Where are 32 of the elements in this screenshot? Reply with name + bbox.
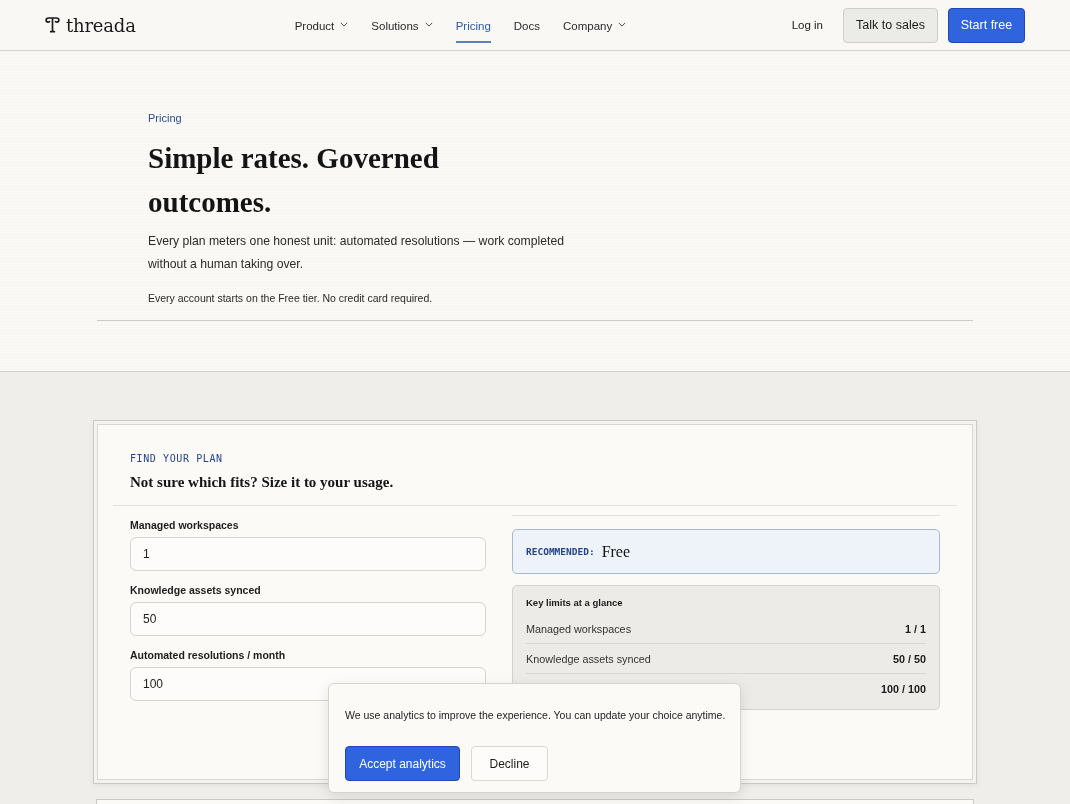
log-in-link[interactable]: Log in xyxy=(791,19,823,31)
section-heading: Not sure which fits? Size it to your usage. xyxy=(130,474,394,491)
number-input-field[interactable]: 50 xyxy=(130,602,486,636)
logo-link[interactable]: threada xyxy=(45,14,136,36)
limit-name: Managed workspaces xyxy=(526,622,632,635)
decline-button[interactable]: Decline xyxy=(471,746,548,781)
intro-paragraph: Every plan meters one honest unit: automated resolutions — work completed without a human taking over. xyxy=(148,233,565,273)
page-eyebrow: Pricing xyxy=(148,111,182,125)
limit-name: Knowledge assets synced xyxy=(526,652,651,665)
free-tier-note: Every account starts on the Free tier. No credit card required. xyxy=(148,292,433,304)
talk-to-sales-button[interactable]: Talk to sales xyxy=(843,7,938,43)
field-label: Automated resolutions / month xyxy=(130,648,286,662)
recommended-label: RECOMMENDED: xyxy=(526,546,595,557)
field-label: Managed workspaces xyxy=(130,518,239,532)
accept-analytics-button[interactable]: Accept analytics xyxy=(345,746,460,781)
cookie-message: We use analytics to improve the experience. You can update your choice anytime. xyxy=(345,709,726,722)
nav-link[interactable]: Docs xyxy=(513,0,540,51)
key-limits-title: Key limits at a glance xyxy=(526,597,623,608)
recommended-plan-name: Free xyxy=(601,542,631,561)
logo-icon xyxy=(45,17,60,33)
number-input-field[interactable]: 1 xyxy=(130,537,486,571)
page-heading: Simple rates. Governed outcomes. xyxy=(148,141,440,220)
limit-value: 100 / 100 xyxy=(880,682,926,695)
nav-link[interactable]: Pricing xyxy=(455,0,491,51)
nav-link[interactable]: Solutions xyxy=(371,0,433,51)
nav-link[interactable]: Product xyxy=(294,0,349,51)
limit-value: 1 / 1 xyxy=(905,622,926,635)
nav-link[interactable]: Company xyxy=(563,0,627,51)
section-eyebrow: FIND YOUR PLAN xyxy=(130,453,223,465)
start-free-button[interactable]: Start free xyxy=(948,7,1025,43)
limit-value: 50 / 50 xyxy=(892,652,926,665)
field-label: Knowledge assets synced xyxy=(130,583,261,597)
